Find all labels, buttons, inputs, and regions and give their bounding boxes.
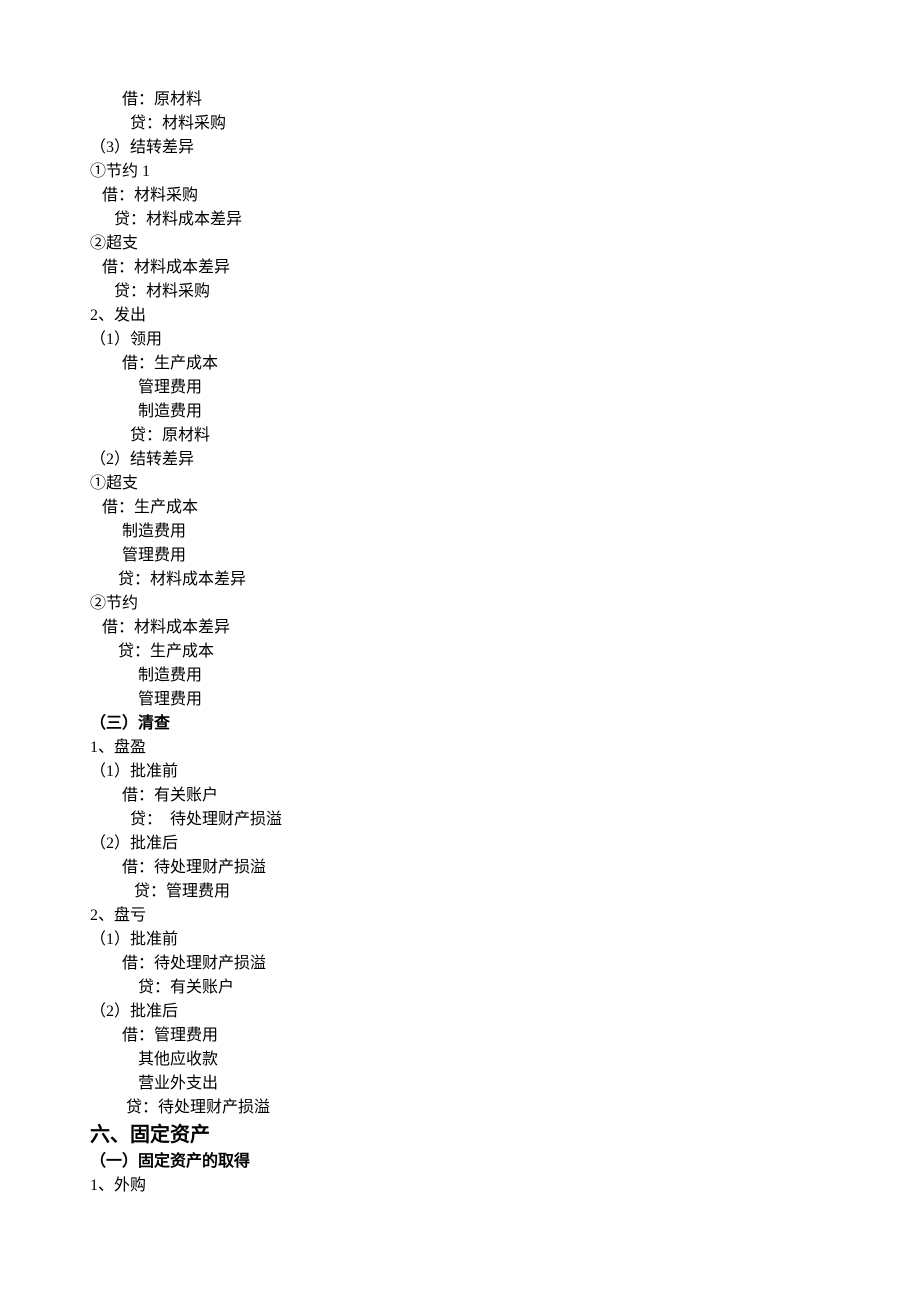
- document-page: 借：原材料 贷：材料采购（3）结转差异①节约 1 借：材料采购 贷：材料成本差异…: [0, 0, 920, 1302]
- text-line: 贷：材料成本差异: [90, 208, 830, 232]
- text-line: （2）批准后: [90, 1000, 830, 1024]
- text-line: 借：材料成本差异: [90, 616, 830, 640]
- document-content: 借：原材料 贷：材料采购（3）结转差异①节约 1 借：材料采购 贷：材料成本差异…: [90, 88, 830, 1198]
- text-line: 制造费用: [90, 664, 830, 688]
- text-line: 借：原材料: [90, 88, 830, 112]
- text-line: （2）批准后: [90, 832, 830, 856]
- text-line: 贷：生产成本: [90, 640, 830, 664]
- text-line: （1）领用: [90, 328, 830, 352]
- text-line: ②节约: [90, 592, 830, 616]
- text-line: 贷：待处理财产损溢: [90, 1096, 830, 1120]
- text-line: （1）批准前: [90, 928, 830, 952]
- text-line: 借：管理费用: [90, 1024, 830, 1048]
- text-line: 贷：管理费用: [90, 880, 830, 904]
- text-line: 2、盘亏: [90, 904, 830, 928]
- text-line: 制造费用: [90, 400, 830, 424]
- text-line: 借：材料采购: [90, 184, 830, 208]
- text-line: 管理费用: [90, 688, 830, 712]
- text-line: 制造费用: [90, 520, 830, 544]
- text-line: （三）清查: [90, 712, 830, 736]
- text-line: 六、固定资产: [90, 1120, 830, 1150]
- text-line: （3）结转差异: [90, 136, 830, 160]
- text-line: 1、盘盈: [90, 736, 830, 760]
- text-line: 贷：材料采购: [90, 280, 830, 304]
- text-line: （2）结转差异: [90, 448, 830, 472]
- text-line: 贷： 待处理财产损溢: [90, 808, 830, 832]
- text-line: 管理费用: [90, 376, 830, 400]
- text-line: 其他应收款: [90, 1048, 830, 1072]
- text-line: ①超支: [90, 472, 830, 496]
- text-line: 借：生产成本: [90, 496, 830, 520]
- text-line: ②超支: [90, 232, 830, 256]
- text-line: 2、发出: [90, 304, 830, 328]
- text-line: 借：生产成本: [90, 352, 830, 376]
- text-line: 贷：原材料: [90, 424, 830, 448]
- text-line: 贷：材料成本差异: [90, 568, 830, 592]
- text-line: 1、外购: [90, 1174, 830, 1198]
- text-line: ①节约 1: [90, 160, 830, 184]
- text-line: 借：待处理财产损溢: [90, 952, 830, 976]
- text-line: （1）批准前: [90, 760, 830, 784]
- text-line: 借：有关账户: [90, 784, 830, 808]
- text-line: 借：材料成本差异: [90, 256, 830, 280]
- text-line: 营业外支出: [90, 1072, 830, 1096]
- text-line: 管理费用: [90, 544, 830, 568]
- text-line: 贷：材料采购: [90, 112, 830, 136]
- text-line: 贷：有关账户: [90, 976, 830, 1000]
- text-line: （一）固定资产的取得: [90, 1150, 830, 1174]
- text-line: 借：待处理财产损溢: [90, 856, 830, 880]
